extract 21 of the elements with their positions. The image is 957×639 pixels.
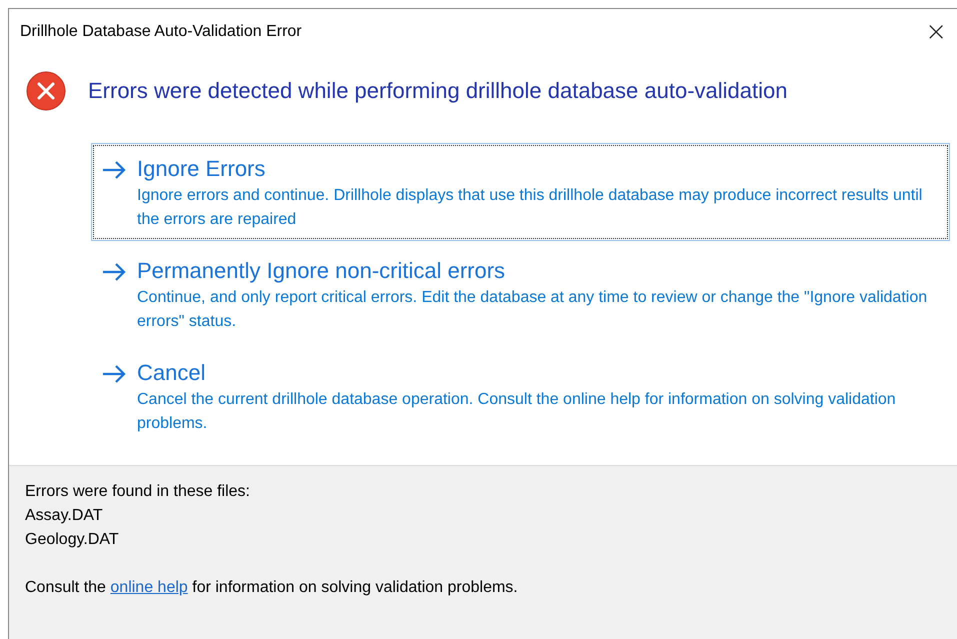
help-sentence: Consult the online help for information on solving validation problems.	[25, 578, 518, 598]
arrow-icon	[101, 262, 127, 282]
command-link-title: Cancel	[137, 359, 206, 387]
command-link-description: Continue, and only report critical errors. Edit the database at any time to review or change the "Ignore validation errors" status.	[137, 288, 928, 332]
online-help-link[interactable]: online help	[110, 579, 188, 596]
command-link[interactable]: Permanently Ignore non-critical errors Continue, and only report critical errors. Edit the database at any time to review or change the "Ignore validation errors" status.	[91, 245, 950, 343]
command-link-description: Cancel the current drillhole database operation. Consult the online help for information on solving validation problems.	[137, 390, 897, 434]
command-link-title: Permanently Ignore non-critical errors	[137, 257, 506, 285]
command-link[interactable]: Cancel Cancel the current drillhole database operation. Consult the online help for information on solving validation problems.	[91, 347, 950, 445]
command-link-description: Ignore errors and continue. Drillhole displays that use this drillhole database may produce incorrect results until the errors are repaired	[137, 186, 924, 230]
command-link-title: Ignore Errors	[137, 155, 266, 183]
footer-text: Errors were found in these files:	[25, 482, 250, 502]
arrow-icon	[101, 364, 127, 384]
arrow-icon	[101, 160, 127, 180]
dialog-heading: Errors were detected while performing drillhole database auto-validation	[88, 78, 788, 104]
close-button[interactable]: ×	[915, 19, 957, 45]
file-name: Geology.DAT	[25, 530, 119, 550]
window-title: Drillhole Database Auto-Validation Error	[20, 23, 302, 41]
command-link[interactable]: Ignore Errors Ignore errors and continue. Drillhole displays that use this drillhole database may produce incorrect results until the errors are repaired	[91, 143, 950, 241]
error-icon	[26, 71, 66, 111]
file-name: Assay.DAT	[25, 506, 103, 526]
